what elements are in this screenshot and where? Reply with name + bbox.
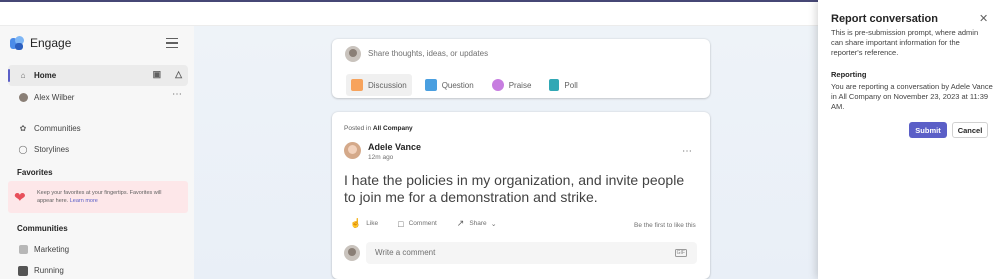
heart-icon: ❤ — [14, 189, 26, 205]
share-button[interactable]: ↗ Share ⌄ — [457, 218, 497, 229]
community-link[interactable]: All Company — [373, 125, 413, 132]
comment-button[interactable]: □ Comment — [398, 218, 437, 229]
community-avatar — [18, 245, 28, 255]
sidebar-item-label: Home — [34, 71, 57, 80]
tab-praise[interactable]: Praise — [487, 74, 537, 96]
discussion-icon — [351, 79, 363, 91]
favorites-hint: ❤ Keep your favorites at your fingertips… — [8, 181, 188, 213]
like-label: Like — [366, 220, 379, 227]
compose-card: Share thoughts, ideas, or updates Discus… — [332, 39, 710, 98]
sidebar-item-storylines[interactable]: ◯ Storylines — [8, 139, 188, 160]
sidebar-item-label: Marketing — [34, 245, 70, 254]
app-name: Engage — [30, 36, 72, 50]
posted-in: Posted in All Company — [344, 125, 413, 132]
tab-label: Discussion — [368, 80, 407, 90]
sidebar-item-home[interactable]: ⌂ Home ▣ △ — [8, 65, 188, 86]
tab-discussion[interactable]: Discussion — [346, 74, 412, 96]
tab-label: Poll — [564, 80, 578, 90]
share-icon: ↗ — [456, 218, 465, 228]
sidebar-item-label: Running — [34, 266, 64, 275]
thumbs-up-icon: ☝ — [350, 218, 362, 228]
community-avatar — [18, 265, 28, 276]
communities-heading: Communities — [17, 224, 68, 233]
favorites-hint-text: Keep your favorites at your fingertips. … — [37, 190, 162, 204]
comment-label: Comment — [408, 220, 437, 227]
comment-input[interactable]: Write a comment GIF — [366, 242, 697, 264]
brand[interactable]: Engage — [10, 36, 71, 50]
report-details: You are reporting a conversation by Adel… — [831, 82, 993, 111]
post-card: Posted in All Company Adele Vance 12m ag… — [332, 112, 710, 279]
tab-poll[interactable]: Poll — [544, 74, 582, 96]
avatar — [345, 46, 361, 62]
main-feed: Share thoughts, ideas, or updates Discus… — [194, 26, 818, 279]
avatar — [344, 245, 360, 261]
tab-label: Praise — [508, 80, 532, 90]
panel-title: Report conversation — [831, 13, 938, 25]
panel-subtitle: Reporting — [831, 70, 867, 79]
report-panel: Report conversation ✕ This is pre-submis… — [818, 0, 999, 279]
favorites-heading: Favorites — [17, 168, 53, 177]
sidebar-item-label: Alex Wilber — [34, 93, 75, 102]
tab-label: Question — [441, 80, 474, 90]
gif-icon[interactable]: GIF — [674, 249, 687, 257]
poll-icon — [549, 79, 560, 91]
sidebar-item-alex-wilber[interactable]: Alex Wilber ⋯ — [8, 87, 188, 108]
chevron-down-icon: ⌄ — [490, 220, 497, 228]
storylines-icon: ◯ — [18, 145, 28, 154]
home-icon: ⌂ — [20, 71, 26, 80]
comment-icon: □ — [398, 218, 404, 229]
like-button[interactable]: ☝ Like — [350, 218, 378, 229]
post-body: I hate the policies in my organization, … — [344, 172, 685, 205]
avatar — [18, 93, 28, 103]
inbox-icon[interactable]: ▣ — [153, 69, 162, 80]
sidebar: Engage ⌂ Home ▣ △ Alex Wilber ⋯ ✿ Commun… — [0, 26, 194, 279]
more-options-icon[interactable]: ⋯ — [172, 89, 182, 100]
communities-icon: ✿ — [19, 124, 27, 133]
praise-icon — [491, 79, 504, 91]
avatar[interactable] — [344, 142, 361, 159]
posted-in-label: Posted in — [344, 125, 372, 132]
submit-button[interactable]: Submit — [909, 122, 947, 138]
share-label: Share — [469, 220, 487, 227]
menu-icon[interactable] — [166, 38, 178, 48]
question-icon — [424, 79, 437, 91]
learn-more-link[interactable]: Learn more — [70, 198, 98, 204]
sidebar-item-running[interactable]: Running — [8, 260, 188, 279]
cancel-button[interactable]: Cancel — [952, 122, 988, 138]
sidebar-item-label: Storylines — [34, 145, 70, 154]
more-options-icon[interactable]: ⋯ — [682, 146, 692, 157]
compose-input[interactable]: Share thoughts, ideas, or updates — [368, 49, 488, 58]
post-timestamp: 12m ago — [368, 154, 394, 161]
engage-logo-icon — [10, 36, 24, 50]
tab-question[interactable]: Question — [420, 74, 479, 96]
author-name[interactable]: Adele Vance — [368, 142, 421, 152]
close-icon[interactable]: ✕ — [979, 12, 988, 25]
comment-placeholder: Write a comment — [375, 248, 436, 257]
panel-description: This is pre-submission prompt, where adm… — [831, 28, 979, 57]
bell-icon[interactable]: △ — [175, 69, 182, 80]
sidebar-item-marketing[interactable]: Marketing — [8, 239, 188, 260]
sidebar-item-label: Communities — [34, 124, 81, 133]
sidebar-item-communities[interactable]: ✿ Communities — [8, 118, 188, 139]
like-status: Be the first to like this — [634, 222, 696, 229]
